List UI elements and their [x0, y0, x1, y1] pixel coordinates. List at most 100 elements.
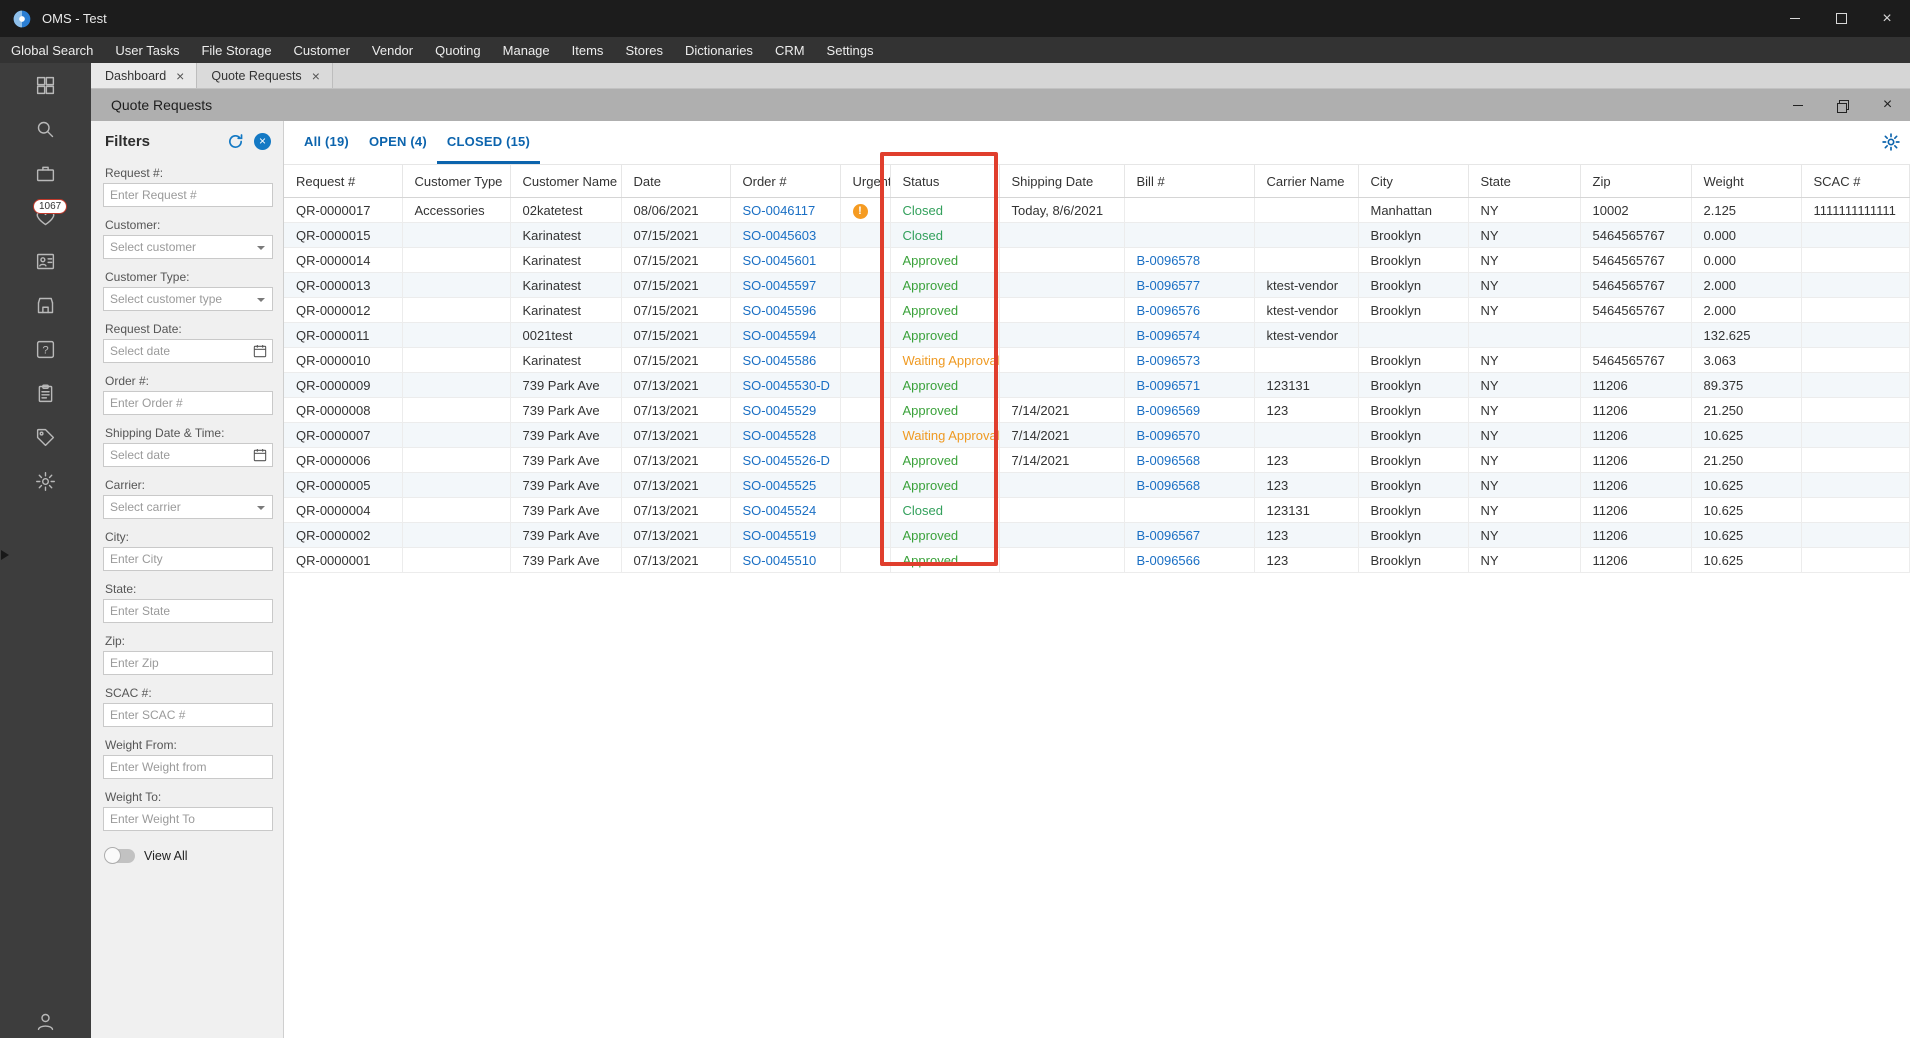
filter-input-shipping-date-time[interactable] [104, 444, 272, 466]
order-link[interactable]: SO-0045528 [743, 428, 817, 443]
table-row[interactable]: QR-0000006 739 Park Ave 07/13/2021 SO-00455… [284, 447, 1910, 473]
filter-field-zip[interactable] [103, 651, 273, 675]
column-header-request[interactable]: Request # [284, 164, 403, 198]
bill-link[interactable]: B-0096568 [1137, 453, 1201, 468]
chevron-down-icon[interactable] [257, 246, 265, 254]
filter-input-order[interactable] [104, 392, 272, 414]
order-link[interactable]: SO-0046117 [743, 203, 816, 218]
settings-icon[interactable] [24, 459, 68, 503]
menu-item-vendor[interactable]: Vendor [361, 37, 424, 63]
column-header-carrier-name[interactable]: Carrier Name [1254, 164, 1359, 198]
order-link[interactable]: SO-0045597 [743, 278, 817, 293]
menu-item-items[interactable]: Items [561, 37, 615, 63]
filter-input-zip[interactable] [104, 652, 272, 674]
column-header-bill[interactable]: Bill # [1124, 164, 1255, 198]
filter-input-carrier[interactable] [104, 496, 272, 518]
bill-link[interactable]: B-0096574 [1137, 328, 1201, 343]
order-link[interactable]: SO-0045596 [743, 303, 817, 318]
table-row[interactable]: QR-0000017 Accessories 02katetest 08/06/202… [284, 197, 1910, 223]
view-tab-closed[interactable]: CLOSED (15) [436, 121, 541, 164]
menu-item-crm[interactable]: CRM [764, 37, 816, 63]
table-row[interactable]: QR-0000002 739 Park Ave 07/13/2021 SO-00455… [284, 522, 1910, 548]
chevron-down-icon[interactable] [257, 506, 265, 514]
bill-link[interactable]: B-0096573 [1137, 353, 1201, 368]
menu-item-customer[interactable]: Customer [283, 37, 361, 63]
filter-input-scac[interactable] [104, 704, 272, 726]
search-icon[interactable] [24, 107, 68, 151]
view-tab-open[interactable]: OPEN (4) [359, 121, 437, 164]
order-link[interactable]: SO-0045525 [743, 478, 817, 493]
bill-link[interactable]: B-0096566 [1137, 553, 1201, 568]
column-header-weight[interactable]: Weight [1691, 164, 1802, 198]
order-link[interactable]: SO-0045529 [743, 403, 817, 418]
store-icon[interactable] [24, 283, 68, 327]
close-icon[interactable]: × [176, 69, 184, 83]
refresh-icon[interactable] [227, 133, 244, 150]
menu-item-dictionaries[interactable]: Dictionaries [674, 37, 764, 63]
dashboard-icon[interactable] [24, 63, 68, 107]
order-link[interactable]: SO-0045510 [743, 553, 817, 568]
filter-field-carrier[interactable] [103, 495, 273, 519]
filter-field-city[interactable] [103, 547, 273, 571]
column-header-urgent[interactable]: Urgent [840, 164, 891, 198]
tab-quote-requests[interactable]: Quote Requests × [197, 63, 333, 88]
menu-item-global-search[interactable]: Global Search [0, 37, 104, 63]
table-row[interactable]: QR-0000012 Karinatest 07/15/2021 SO-0045596… [284, 297, 1910, 323]
column-header-shipping-date[interactable]: Shipping Date [999, 164, 1125, 198]
briefcase-icon[interactable] [24, 151, 68, 195]
filter-field-order[interactable] [103, 391, 273, 415]
table-row[interactable]: QR-0000005 739 Park Ave 07/13/2021 SO-00455… [284, 472, 1910, 498]
bill-link[interactable]: B-0096570 [1137, 428, 1201, 443]
column-header-state[interactable]: State [1468, 164, 1581, 198]
doc-close-button[interactable]: × [1865, 89, 1910, 121]
filter-input-request[interactable] [104, 184, 272, 206]
help-icon[interactable] [24, 327, 68, 371]
table-row[interactable]: QR-0000008 739 Park Ave 07/13/2021 SO-00455… [284, 397, 1910, 423]
column-header-order[interactable]: Order # [730, 164, 841, 198]
column-header-date[interactable]: Date [621, 164, 731, 198]
table-row[interactable]: QR-0000001 739 Park Ave 07/13/2021 SO-00455… [284, 547, 1910, 573]
grid-settings-gear-icon[interactable] [1881, 132, 1901, 152]
panel-expand-arrow-icon[interactable] [1, 550, 14, 560]
table-row[interactable]: QR-0000015 Karinatest 07/15/2021 SO-0045603… [284, 222, 1910, 248]
maximize-button[interactable] [1818, 0, 1864, 37]
table-row[interactable]: QR-0000007 739 Park Ave 07/13/2021 SO-00455… [284, 422, 1910, 448]
column-header-customer-type[interactable]: Customer Type [402, 164, 511, 198]
table-row[interactable]: QR-0000004 739 Park Ave 07/13/2021 SO-00455… [284, 497, 1910, 523]
order-link[interactable]: SO-0045601 [743, 253, 817, 268]
menu-item-quoting[interactable]: Quoting [424, 37, 492, 63]
contacts-icon[interactable] [24, 239, 68, 283]
bill-link[interactable]: B-0096569 [1137, 403, 1201, 418]
order-link[interactable]: SO-0045594 [743, 328, 817, 343]
clear-filters-icon[interactable]: × [254, 133, 271, 150]
filter-input-request-date[interactable] [104, 340, 272, 362]
clipboard-icon[interactable] [24, 371, 68, 415]
close-button[interactable]: × [1864, 0, 1910, 37]
filter-field-weight-from[interactable] [103, 755, 273, 779]
table-row[interactable]: QR-0000014 Karinatest 07/15/2021 SO-0045601… [284, 247, 1910, 273]
view-all-toggle[interactable] [104, 847, 135, 864]
tag-icon[interactable] [24, 415, 68, 459]
column-header-city[interactable]: City [1358, 164, 1469, 198]
bill-link[interactable]: B-0096577 [1137, 278, 1201, 293]
close-icon[interactable]: × [312, 69, 320, 83]
calendar-icon[interactable] [252, 343, 268, 359]
tab-dashboard[interactable]: Dashboard × [91, 63, 198, 88]
table-row[interactable]: QR-0000010 Karinatest 07/15/2021 SO-0045586… [284, 347, 1910, 373]
menu-item-user-tasks[interactable]: User Tasks [104, 37, 190, 63]
menu-item-settings[interactable]: Settings [816, 37, 885, 63]
filter-field-customer[interactable] [103, 235, 273, 259]
order-link[interactable]: SO-0045586 [743, 353, 817, 368]
menu-item-file-storage[interactable]: File Storage [190, 37, 282, 63]
filter-input-weight-from[interactable] [104, 756, 272, 778]
filter-input-customer[interactable] [104, 236, 272, 258]
column-header-scac[interactable]: SCAC # [1801, 164, 1910, 198]
doc-minimize-button[interactable] [1775, 89, 1820, 121]
user-icon[interactable] [0, 1011, 91, 1032]
order-link[interactable]: SO-0045524 [743, 503, 817, 518]
filter-field-request-date[interactable] [103, 339, 273, 363]
order-link[interactable]: SO-0045519 [743, 528, 817, 543]
bill-link[interactable]: B-0096568 [1137, 478, 1201, 493]
bill-link[interactable]: B-0096576 [1137, 303, 1201, 318]
filter-input-weight-to[interactable] [104, 808, 272, 830]
